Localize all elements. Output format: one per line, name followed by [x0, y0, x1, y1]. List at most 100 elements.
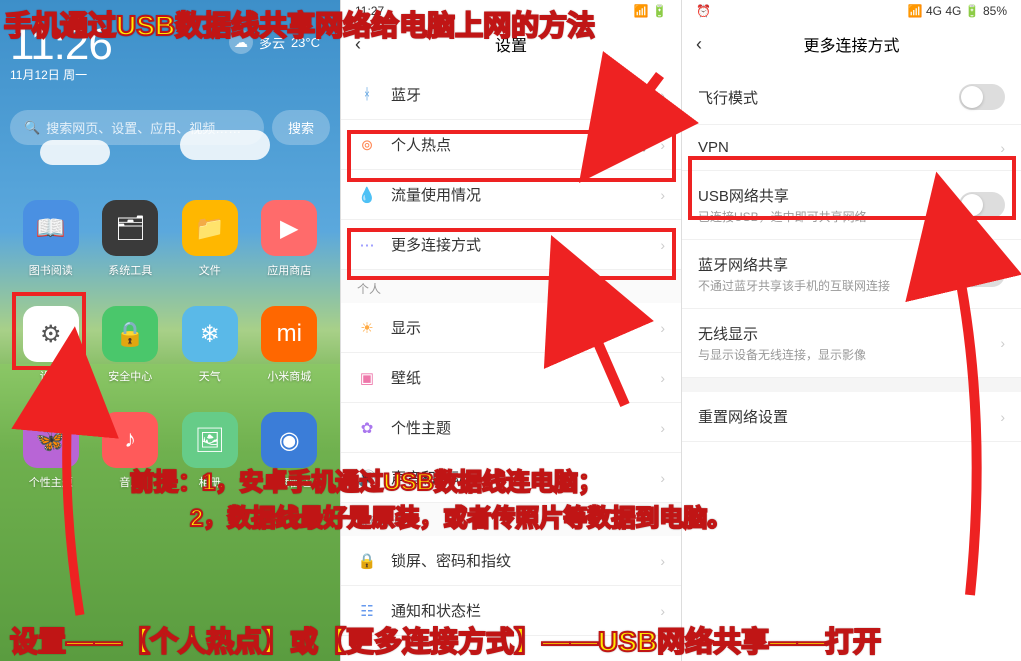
settings-item-更多连接方式[interactable]: ⋯更多连接方式› — [341, 220, 681, 270]
chevron-right-icon: › — [1000, 409, 1005, 425]
chevron-right-icon: › — [1000, 140, 1005, 156]
settings-item-显示[interactable]: ☀显示› — [341, 303, 681, 353]
app-icon: ▶ — [261, 200, 317, 256]
app-icon: ♪ — [102, 412, 158, 468]
item-label: 重置网络设置 — [698, 406, 1000, 427]
item-value: 已关闭 — [607, 135, 646, 154]
app-小米商城[interactable]: mi小米商城 — [257, 306, 323, 384]
weather-widget[interactable]: ☁ 多云 23°C — [229, 30, 320, 54]
app-应用商店[interactable]: ▶ 应用商店 — [257, 200, 323, 278]
settings-item-蓝牙[interactable]: ᚼ蓝牙已关› — [341, 70, 681, 120]
item-icon: ✿ — [357, 418, 377, 438]
app-文件[interactable]: 📁 文件 — [177, 200, 243, 278]
connections-header: ‹ 更多连接方式 — [682, 22, 1021, 70]
item-icon: ⋯ — [357, 235, 377, 255]
connection-item-无线显示[interactable]: 无线显示与显示设备无线连接，显示影像› — [682, 309, 1021, 378]
connection-item-VPN[interactable]: VPN› — [682, 125, 1021, 171]
item-value: 已关 — [620, 85, 646, 104]
app-label: 应用商店 — [267, 262, 311, 278]
item-icon: ▣ — [357, 368, 377, 388]
settings-screen: 11:27 📶 🔋 ‹ 设置 ᚼ蓝牙已关›⊚个人热点已关闭›💧流量使用情况›⋯更… — [340, 0, 681, 661]
app-个性主题[interactable]: 🦋 个性主题 — [18, 412, 84, 490]
item-label: 无线显示 — [698, 323, 1000, 344]
search-input[interactable]: 🔍 搜索网页、设置、应用、视频…… — [10, 110, 264, 145]
app-label: 设置 — [40, 368, 62, 384]
chevron-right-icon: › — [1000, 335, 1005, 351]
settings-item-壁纸[interactable]: ▣ 壁纸 › — [341, 353, 681, 403]
app-icon: ❄ — [182, 306, 238, 362]
item-label: 飞行模式 — [698, 87, 959, 108]
chevron-right-icon: › — [660, 603, 665, 619]
item-subtitle: 不通过蓝牙共享该手机的互联网连接 — [698, 277, 959, 294]
weather-temp: 23°C — [291, 35, 320, 50]
chevron-right-icon: › — [660, 553, 665, 569]
app-设置[interactable]: ⚙设置 — [18, 306, 84, 384]
chevron-right-icon: › — [660, 137, 665, 153]
back-button[interactable]: ‹ — [355, 34, 361, 55]
app-label: 系统工具 — [108, 262, 152, 278]
chevron-right-icon: › — [660, 420, 665, 436]
search-icon: 🔍 — [24, 120, 40, 136]
app-label: 天气 — [199, 368, 221, 384]
item-label: 壁纸 — [391, 367, 646, 388]
section-system: 系统和设备 — [341, 503, 681, 536]
connection-item-蓝牙网络共享[interactable]: 蓝牙网络共享不通过蓝牙共享该手机的互联网连接 — [682, 240, 1021, 309]
search-button[interactable]: 搜索 — [272, 110, 330, 145]
chevron-right-icon: › — [660, 370, 665, 386]
item-subtitle: 与显示设备无线连接，显示影像 — [698, 346, 1000, 363]
app-图书阅读[interactable]: 📖图书阅读 — [18, 200, 84, 278]
app-label: 小米商城 — [267, 368, 311, 384]
connection-item-飞行模式[interactable]: 飞行模式 — [682, 70, 1021, 125]
item-label: 显示 — [391, 317, 646, 338]
time: 11:26 — [10, 20, 112, 70]
section-personal: 个人 — [341, 270, 681, 303]
search-placeholder: 搜索网页、设置、应用、视频…… — [46, 118, 241, 137]
app-安全中心[interactable]: 🔒安全中心 — [98, 306, 164, 384]
chevron-right-icon: › — [660, 320, 665, 336]
item-icon: ⊚ — [357, 135, 377, 155]
app-icon: 🦋 — [23, 412, 79, 468]
item-label: VPN — [698, 139, 1000, 156]
app-label: 个性主题 — [29, 474, 73, 490]
weather-icon: ☁ — [229, 30, 253, 54]
app-音乐[interactable]: ♪音乐 — [98, 412, 164, 490]
signal-text-2: 4G — [945, 4, 961, 18]
app-天气[interactable]: ❄ 天气 — [177, 306, 243, 384]
chevron-right-icon: › — [660, 470, 665, 486]
app-系统工具[interactable]: 🗂 系统工具 — [98, 200, 164, 278]
app-icon: 📁 — [182, 200, 238, 256]
settings-header: ‹ 设置 — [341, 22, 681, 70]
toggle-switch[interactable] — [959, 192, 1005, 218]
app-深度雷达[interactable]: ◉深度雷达 — [257, 412, 323, 490]
signal-icon: 📶 — [908, 4, 923, 18]
connection-item-USB网络共享[interactable]: USB网络共享已连接USB，选中即可共享网络 — [682, 171, 1021, 240]
app-相册[interactable]: 🖼相册 — [177, 412, 243, 490]
settings-title: 设置 — [495, 38, 527, 55]
app-label: 图书阅读 — [29, 262, 73, 278]
app-icon: 🗂 — [102, 200, 158, 256]
app-label: 相册 — [199, 474, 221, 490]
app-label: 文件 — [199, 262, 221, 278]
signal-text: 4G — [926, 4, 942, 18]
settings-item-个性主题[interactable]: ✿个性主题› — [341, 403, 681, 453]
toggle-switch[interactable] — [959, 261, 1005, 287]
item-icon: ᚼ — [357, 85, 377, 105]
chevron-right-icon: › — [660, 237, 665, 253]
item-icon: ☷ — [357, 601, 377, 621]
app-icon: ◉ — [261, 412, 317, 468]
item-icon: 🔒 — [357, 551, 377, 571]
home-screen: 11:26 11月12日 周一 ☁ 多云 23°C 🔍 搜索网页、设置、应用、视… — [0, 0, 340, 661]
item-label: 声音和振动 — [391, 467, 646, 488]
settings-item-个人热点[interactable]: ⊚个人热点已关闭› — [341, 120, 681, 170]
settings-item-流量使用情况[interactable]: 💧流量使用情况› — [341, 170, 681, 220]
settings-item-通知和状态栏[interactable]: ☷通知和状态栏› — [341, 586, 681, 636]
item-icon: 💧 — [357, 185, 377, 205]
battery-text: 85% — [983, 4, 1007, 18]
item-label: 蓝牙 — [391, 84, 606, 105]
settings-item-声音和振动[interactable]: 🔊声音和振动› — [341, 453, 681, 503]
connection-item-重置网络设置[interactable]: 重置网络设置› — [682, 392, 1021, 442]
alarm-icon: ⏰ — [696, 4, 711, 18]
back-button[interactable]: ‹ — [696, 34, 702, 55]
toggle-switch[interactable] — [959, 84, 1005, 110]
settings-item-锁屏、密码和指纹[interactable]: 🔒锁屏、密码和指纹› — [341, 536, 681, 586]
